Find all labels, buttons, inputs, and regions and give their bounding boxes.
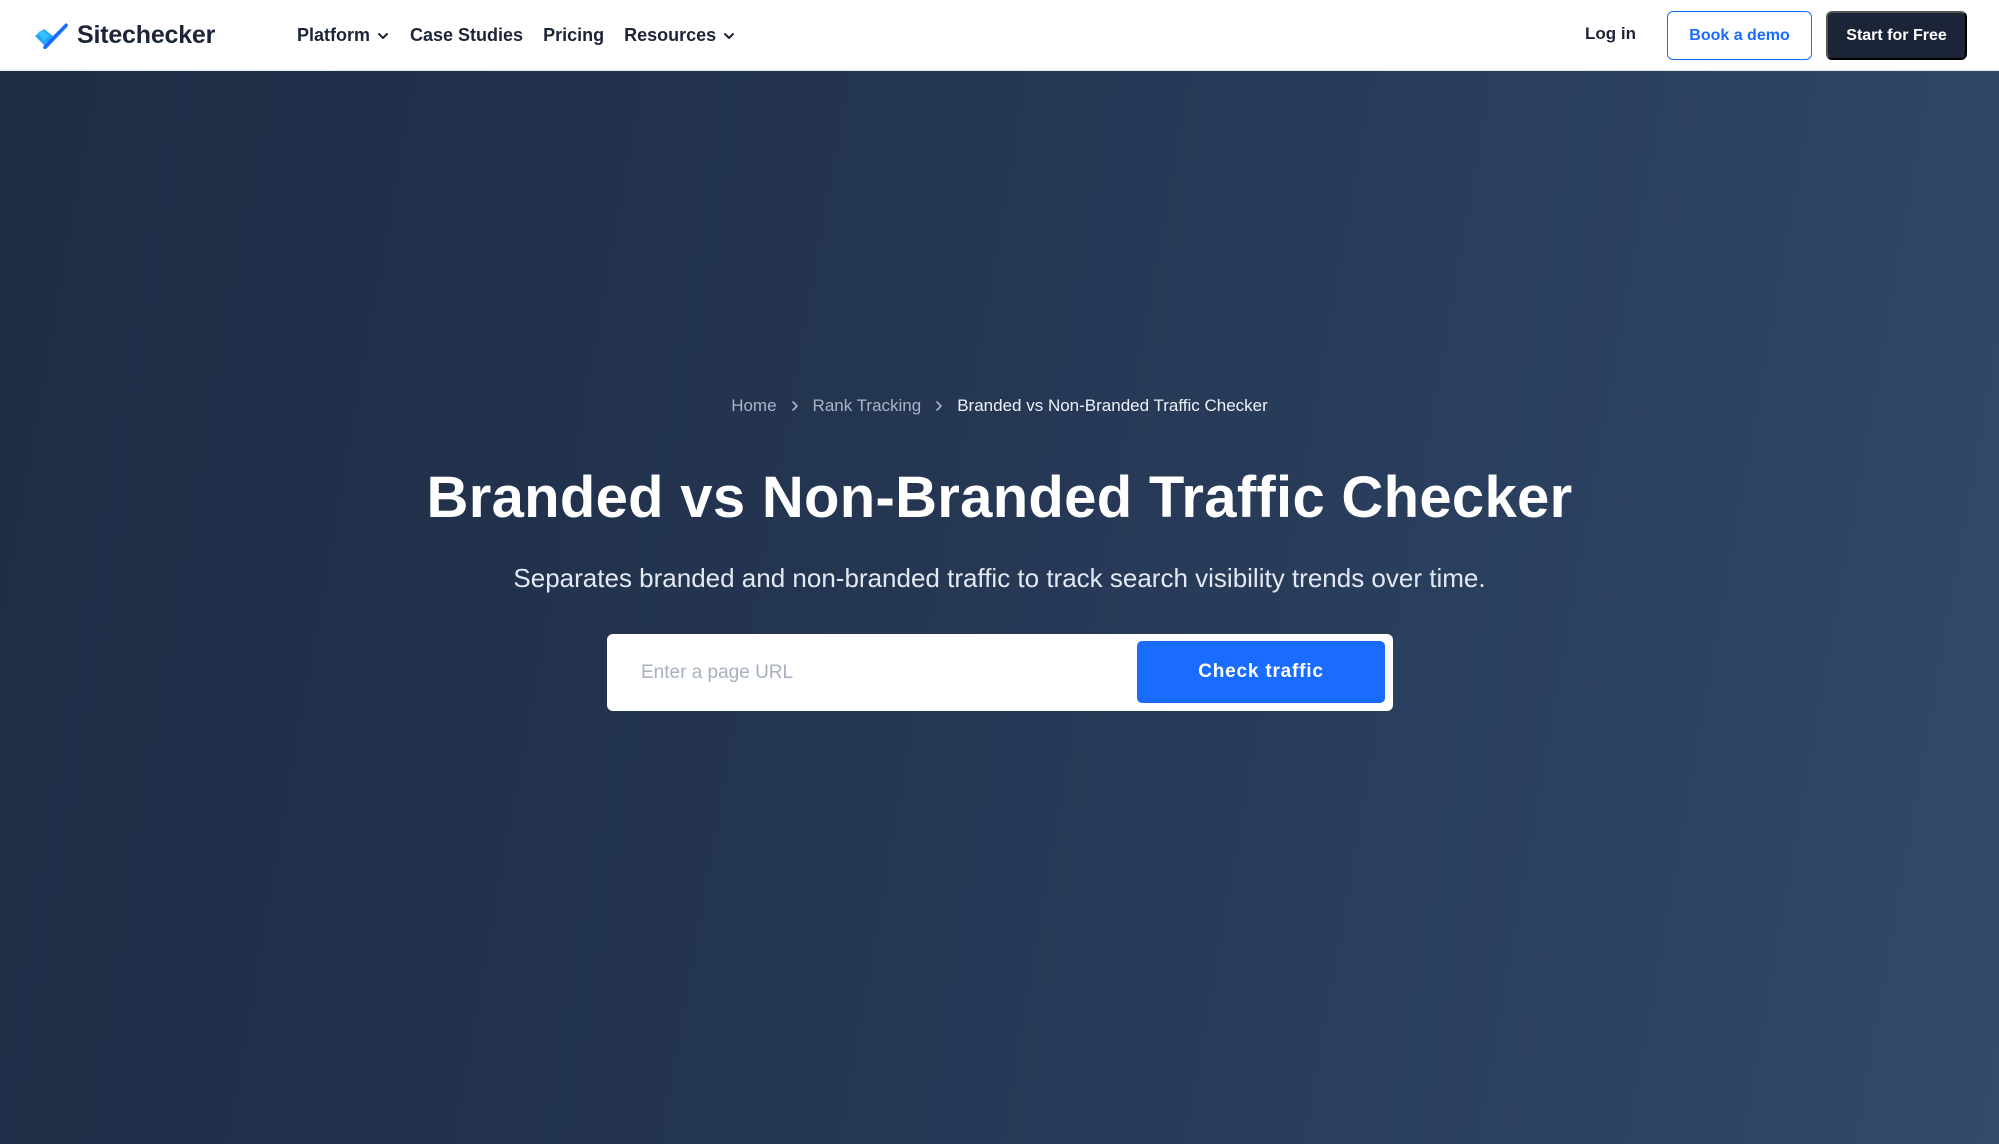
- site-header: Sitechecker Platform Case Studies Pricin…: [0, 0, 1999, 71]
- chevron-right-icon: [791, 401, 798, 411]
- logo-check-icon: [35, 23, 68, 50]
- page-title: Branded vs Non-Branded Traffic Checker: [426, 465, 1573, 530]
- breadcrumb-home-link[interactable]: Home: [731, 396, 776, 416]
- sitechecker-logo[interactable]: Sitechecker: [33, 20, 215, 50]
- brand-name: Sitechecker: [77, 20, 216, 49]
- breadcrumb-rank-tracking-link[interactable]: Rank Tracking: [813, 396, 922, 416]
- chevron-down-icon: [378, 32, 389, 39]
- nav-item-pricing[interactable]: Pricing: [543, 25, 604, 46]
- nav-item-resources[interactable]: Resources: [624, 25, 736, 46]
- start-free-button[interactable]: Start for Free: [1826, 11, 1967, 60]
- nav-item-label: Case Studies: [410, 25, 524, 45]
- chevron-right-icon: [936, 401, 943, 411]
- breadcrumb-current: Branded vs Non-Branded Traffic Checker: [957, 396, 1268, 415]
- book-demo-button[interactable]: Book a demo: [1667, 11, 1812, 60]
- check-traffic-button[interactable]: Check traffic: [1137, 641, 1385, 703]
- page-url-input[interactable]: [625, 644, 1105, 701]
- main-nav: Platform Case Studies Pricing Resources: [297, 0, 756, 71]
- url-check-form: Check traffic: [607, 634, 1393, 711]
- page-subtitle: Separates branded and non-branded traffi…: [513, 563, 1486, 593]
- nav-item-label: Pricing: [543, 25, 605, 45]
- hero-section: Home Rank Tracking Branded vs Non-Brande…: [0, 71, 1999, 1144]
- chevron-down-icon: [724, 32, 735, 39]
- login-link[interactable]: Log in: [1585, 24, 1636, 44]
- nav-item-label: Platform: [297, 25, 371, 45]
- breadcrumb: Home Rank Tracking Branded vs Non-Brande…: [0, 396, 1999, 416]
- nav-item-platform[interactable]: Platform: [297, 25, 390, 46]
- nav-item-case-studies[interactable]: Case Studies: [410, 25, 523, 46]
- nav-item-label: Resources: [624, 25, 717, 45]
